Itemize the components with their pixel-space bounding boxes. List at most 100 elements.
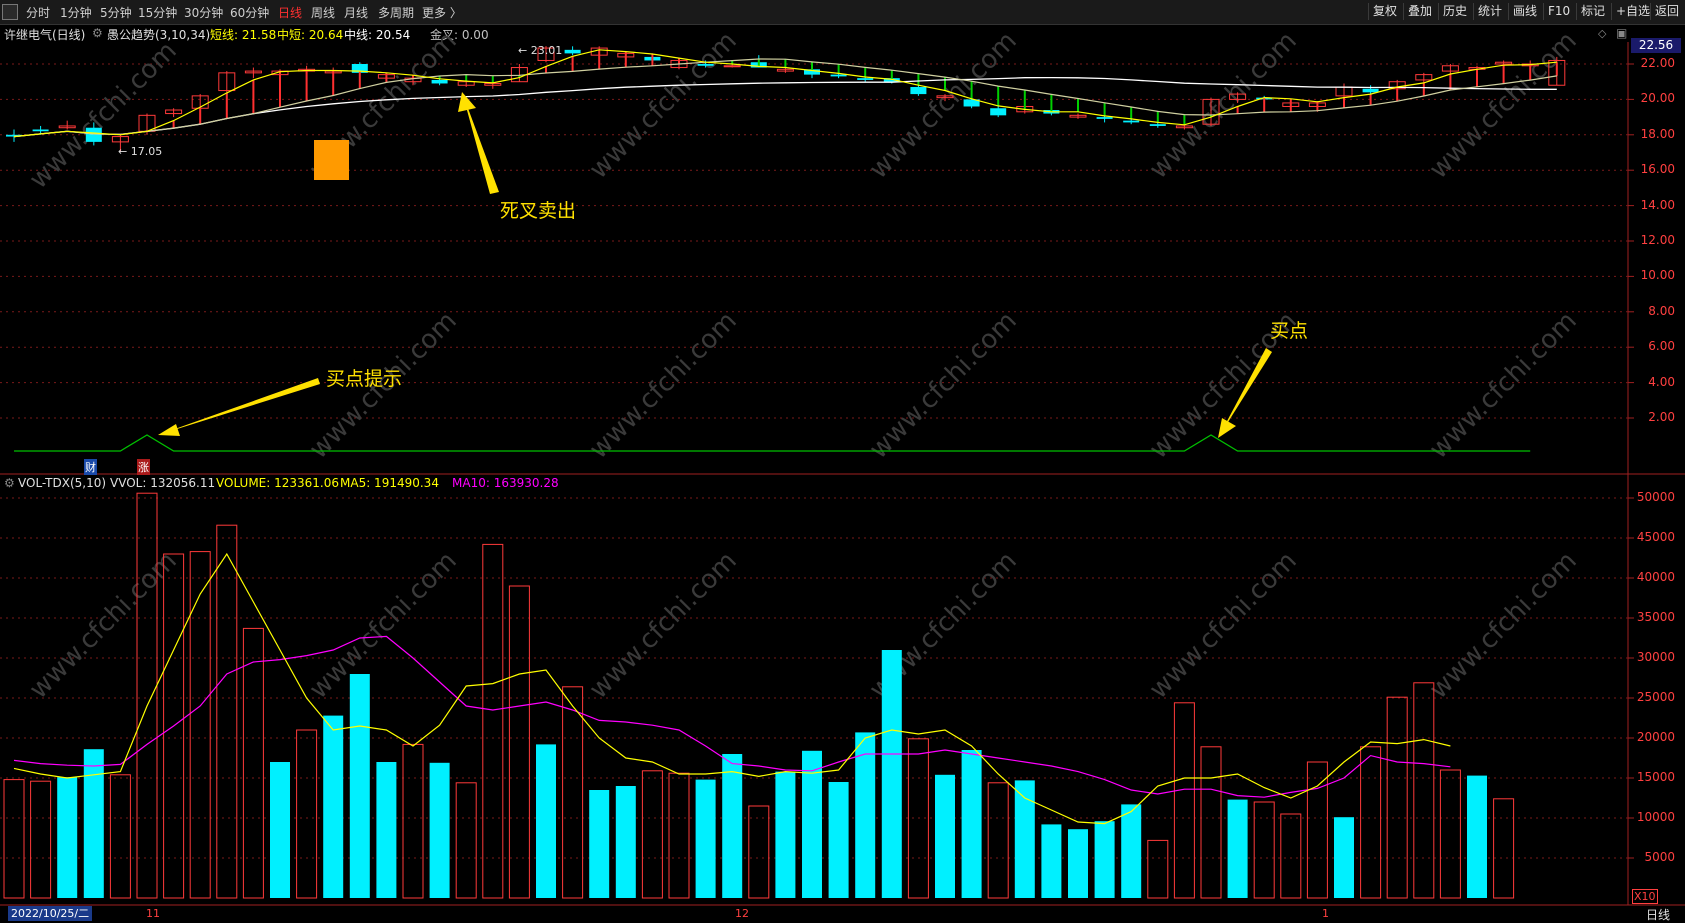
price-tick-label: 20.00 — [1640, 91, 1675, 106]
price-tick-label: 14.00 — [1640, 197, 1675, 212]
volume-bar-up — [1200, 746, 1222, 899]
volume-bar-up — [987, 782, 1009, 899]
volume-tick-label: 50000 — [1636, 490, 1675, 504]
orange-marker — [314, 140, 349, 180]
volume-bar-down — [1121, 804, 1142, 898]
signal-line — [14, 434, 1531, 452]
volume-bar-down — [855, 732, 876, 898]
price-tick-label: 10.00 — [1640, 268, 1675, 283]
candle-down — [1362, 88, 1379, 93]
volume-bar-down — [722, 754, 743, 898]
volume-bar-up — [402, 743, 424, 899]
volume-bar-up — [482, 543, 504, 899]
volume-bar-down — [881, 650, 902, 898]
ma5-value: MA5: 191490.34 — [340, 476, 439, 490]
buy-point-label: 买点 — [1270, 320, 1309, 342]
volume-bar-down — [349, 674, 370, 898]
dead-cross-label: 死叉卖出 — [500, 200, 577, 222]
month-label: 11 — [146, 907, 160, 920]
volume-indicator-name[interactable]: VOL-TDX(5,10) — [18, 476, 106, 490]
volume-bar-down — [376, 762, 397, 898]
signal-path — [14, 434, 1531, 452]
finance-marker[interactable]: 财 — [84, 459, 97, 475]
candle-down — [830, 74, 847, 77]
watermark-text: www.cfchi.com — [584, 546, 743, 705]
volume-tick-label: 25000 — [1636, 690, 1675, 704]
watermark-text: www.cfchi.com — [24, 36, 183, 195]
price-tick-label: 2.00 — [1648, 410, 1675, 424]
volume-bar-down — [536, 744, 556, 898]
arrowhead — [158, 424, 180, 436]
volume-bar-down — [775, 771, 796, 898]
watermark-text: www.cfchi.com — [864, 306, 1023, 465]
start-date: 2022/10/25/二 — [8, 906, 93, 921]
limit-up-marker[interactable]: 涨 — [137, 459, 150, 475]
watermark-text: www.cfchi.com — [1144, 546, 1303, 705]
volume-bar-down — [1467, 775, 1487, 898]
vvol-value: VVOL: 132056.11 — [110, 476, 216, 490]
candle-down — [431, 79, 448, 84]
candle-down — [1123, 120, 1140, 123]
volume-bar-up — [1493, 798, 1515, 899]
volume-bar-up — [1306, 761, 1328, 899]
volume-bar-up — [1386, 696, 1408, 899]
volume-bar-down — [828, 782, 849, 898]
volume-bar-down — [1068, 829, 1088, 898]
volume-bar-down — [83, 749, 104, 898]
volume-bar-up — [1147, 839, 1169, 899]
volume-bar-up — [1173, 702, 1195, 899]
volume-bar-up — [1413, 682, 1435, 899]
ma10-value: MA10: 163930.28 — [452, 476, 559, 490]
mid-line — [13, 76, 1557, 138]
volume-bar-down — [589, 790, 610, 898]
candle-down — [697, 64, 714, 66]
volume-bar-up — [109, 774, 131, 899]
candle-down — [1096, 117, 1113, 119]
volume-bar-up — [562, 686, 584, 899]
volume-bar-up — [216, 524, 238, 899]
volume-bar-up — [1253, 801, 1275, 899]
price-tick-label: 12.00 — [1640, 233, 1675, 247]
volume-bar-up — [641, 770, 663, 899]
volume-bar-up — [189, 551, 211, 899]
candle-down — [85, 127, 102, 142]
price-tick-label: 22.00 — [1640, 56, 1675, 70]
price-tick-label: 8.00 — [1648, 303, 1675, 318]
volume-tick-label: 10000 — [1636, 810, 1675, 824]
volume-tick-label: 35000 — [1636, 610, 1675, 624]
ma-lines — [13, 49, 1558, 138]
buy-hint-label: 买点提示 — [326, 368, 403, 390]
volume-bar-up — [30, 780, 52, 899]
volume-bar-down — [961, 750, 982, 898]
volume-bar-down — [695, 779, 716, 898]
price-tick-label: 16.00 — [1640, 162, 1675, 177]
watermark-text: www.cfchi.com — [1424, 306, 1583, 465]
volume-tick-label: 5000 — [1644, 850, 1675, 864]
volume-tick-label: 40000 — [1636, 570, 1675, 584]
settings-icon[interactable]: ⚙ — [4, 476, 15, 490]
volume-bar-down — [270, 762, 290, 898]
volume-bar-up — [296, 729, 318, 899]
volume-bar-up — [1360, 746, 1382, 899]
volume-unit: X10 — [1632, 889, 1658, 904]
volume-bar-up — [1439, 769, 1461, 899]
high-marker: ← 23.01 — [518, 44, 563, 57]
price-tick-label: 4.00 — [1648, 374, 1675, 389]
candle-down — [910, 87, 927, 95]
volume-bar-up — [455, 782, 477, 899]
volume-tick-label: 30000 — [1636, 650, 1675, 664]
candle-up — [723, 65, 741, 68]
price-tick-label: 6.00 — [1648, 339, 1675, 354]
arrow-buy-hint — [158, 378, 320, 435]
volume-bar-down — [57, 777, 78, 898]
volume-bar-down — [935, 774, 955, 898]
watermark-text: www.cfchi.com — [1424, 26, 1583, 185]
month-label: 12 — [735, 907, 749, 920]
chart-canvas[interactable]: www.cfchi.com www.cfchi.com www.cfchi.com w… — [0, 0, 1685, 922]
low-marker: ← 17.05 — [118, 145, 163, 158]
volume-bar-up — [508, 585, 530, 899]
period-corner-label: 日线 — [1646, 908, 1671, 922]
watermark-text: www.cfchi.com — [1424, 546, 1583, 705]
volume-tick-label: 15000 — [1636, 770, 1675, 784]
watermarks: www.cfchi.com www.cfchi.com www.cfchi.com w… — [24, 26, 1583, 705]
